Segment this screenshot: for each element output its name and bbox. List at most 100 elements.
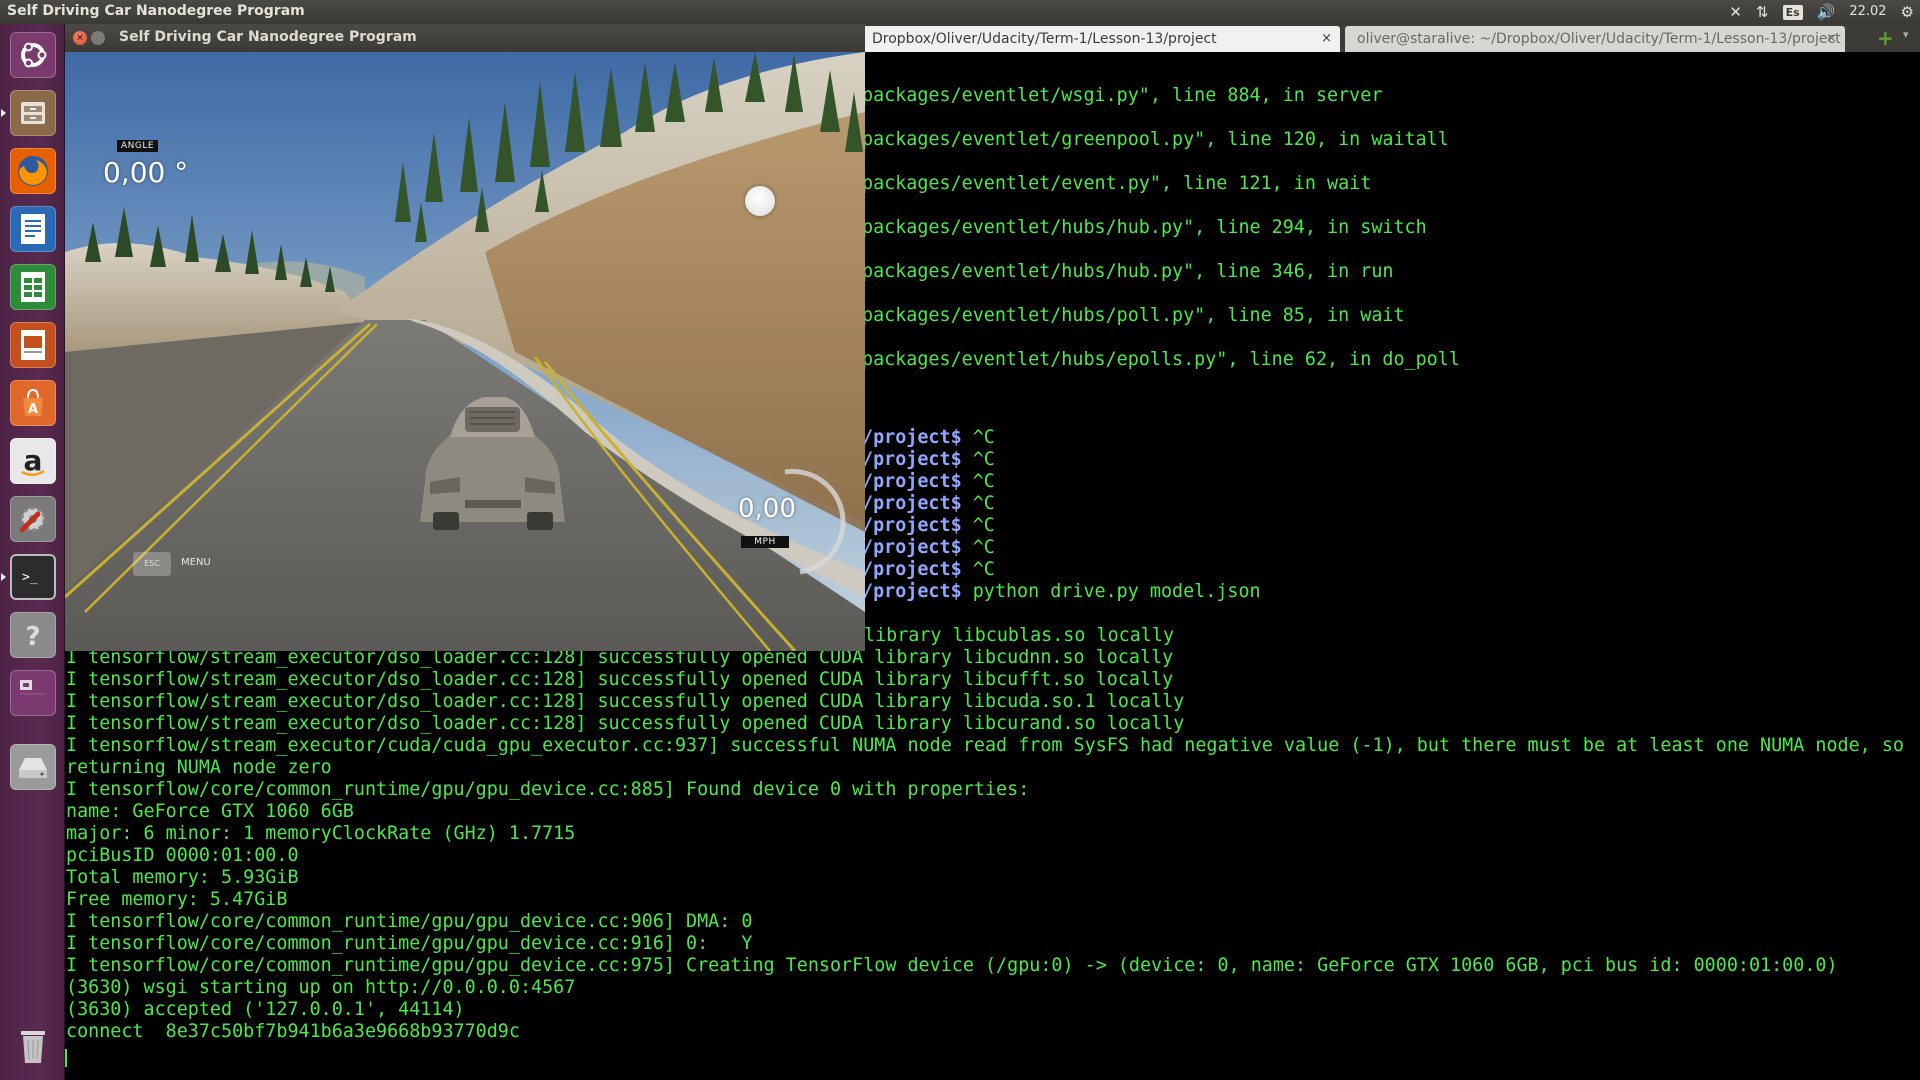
output-line: pciBusID 0000:01:00.0 bbox=[66, 845, 299, 866]
question-icon: ? bbox=[9, 611, 56, 658]
command: ^C bbox=[961, 559, 995, 580]
output-line: I tensorflow/stream_executor/dso_loader.… bbox=[66, 669, 1174, 690]
launcher-files[interactable] bbox=[1, 88, 57, 137]
command: ^C bbox=[961, 427, 995, 448]
prompt-line: /project$ python drive.py model.json bbox=[862, 581, 1261, 603]
traceback-line: packages/eventlet/hubs/hub.py", line 346… bbox=[862, 261, 1394, 282]
traceback-line: packages/eventlet/greenpool.py", line 12… bbox=[862, 129, 1449, 150]
launcher-impress[interactable] bbox=[8, 320, 57, 369]
launcher-amazon[interactable]: a bbox=[8, 436, 57, 485]
prompt-line: /project$ ^C bbox=[862, 559, 995, 581]
prompt-line: /project$ ^C bbox=[862, 471, 995, 493]
output-line: I tensorflow/stream_executor/cuda/cuda_g… bbox=[66, 735, 1904, 756]
close-icon[interactable]: × bbox=[1321, 26, 1332, 52]
simulator-window[interactable]: × Self Driving Car Nanodegree Program AN… bbox=[65, 24, 865, 651]
svg-text:?: ? bbox=[25, 622, 40, 652]
command: ^C bbox=[961, 449, 995, 470]
menu-button[interactable]: MENU bbox=[181, 557, 211, 568]
command: ^C bbox=[961, 493, 995, 514]
trash-icon bbox=[10, 1022, 56, 1068]
output-line: Total memory: 5.93GiB bbox=[66, 867, 299, 888]
output-line: library libcublas.so locally bbox=[864, 625, 1175, 646]
output-line: Free memory: 5.47GiB bbox=[66, 889, 288, 910]
ubuntu-logo-icon bbox=[9, 31, 56, 78]
angle-label: ANGLE bbox=[117, 140, 159, 152]
speed-unit: MPH bbox=[741, 536, 789, 548]
launcher-trash[interactable] bbox=[8, 1020, 57, 1069]
chevron-down-icon[interactable]: ▾ bbox=[1903, 28, 1909, 41]
minimize-icon[interactable] bbox=[91, 31, 105, 45]
command: ^C bbox=[961, 515, 995, 536]
prompt: /project$ bbox=[862, 471, 962, 492]
close-icon[interactable]: × bbox=[73, 31, 87, 45]
prompt: /project$ bbox=[862, 515, 962, 536]
output-line: I tensorflow/core/common_runtime/gpu/gpu… bbox=[66, 955, 1838, 976]
new-tab-icon[interactable]: + bbox=[1877, 27, 1894, 49]
disk-drive-icon bbox=[9, 743, 56, 790]
prompt-line: /project$ ^C bbox=[862, 515, 995, 537]
indicator-area: ✕ ⇅ Es 🔊 22.02 ⚙ bbox=[1729, 0, 1914, 24]
launcher-calc[interactable] bbox=[8, 262, 57, 311]
launcher-settings[interactable] bbox=[8, 494, 57, 543]
launcher-software-center[interactable]: A bbox=[8, 378, 57, 427]
terminal-tab-1[interactable]: Dropbox/Oliver/Udacity/Term-1/Lesson-13/… bbox=[860, 26, 1340, 52]
simulator-titlebar[interactable]: × Self Driving Car Nanodegree Program bbox=[65, 24, 865, 52]
close-icon[interactable]: × bbox=[1826, 26, 1837, 52]
window-title: Self Driving Car Nanodegree Program bbox=[119, 29, 417, 45]
traceback-line: packages/eventlet/wsgi.py", line 884, in… bbox=[862, 85, 1383, 106]
launcher-writer[interactable] bbox=[8, 204, 57, 253]
command: ^C bbox=[961, 537, 995, 558]
speed-value: 0,00 bbox=[738, 494, 796, 524]
output-line: name: GeForce GTX 1060 6GB bbox=[66, 801, 354, 822]
top-panel: Self Driving Car Nanodegree Program ✕ ⇅ … bbox=[0, 0, 1920, 24]
command: python drive.py model.json bbox=[961, 581, 1261, 602]
launcher: A a >_ ? bbox=[0, 24, 65, 1080]
document-icon bbox=[9, 205, 56, 252]
prompt-line: /project$ ^C bbox=[862, 537, 995, 559]
traceback-line: packages/eventlet/hubs/poll.py", line 85… bbox=[862, 305, 1405, 326]
workspace-icon bbox=[9, 669, 56, 716]
launcher-help[interactable]: ? bbox=[8, 610, 57, 659]
dropbox-icon[interactable]: ✕ bbox=[1729, 0, 1742, 24]
prompt: /project$ bbox=[862, 493, 962, 514]
output-line: major: 6 minor: 1 memoryClockRate (GHz) … bbox=[66, 823, 576, 844]
shopping-bag-icon: A bbox=[9, 379, 56, 426]
prompt-line: /project$ ^C bbox=[862, 493, 995, 515]
amazon-icon: a bbox=[9, 437, 56, 484]
launcher-dash[interactable] bbox=[8, 30, 57, 79]
esc-button[interactable]: ESC bbox=[133, 552, 171, 576]
launcher-drive[interactable] bbox=[8, 742, 57, 791]
launcher-terminal[interactable]: >_ bbox=[1, 552, 57, 601]
launcher-firefox[interactable] bbox=[8, 146, 57, 195]
output-line: connect 8e37c50bf7b941b6a3e9668b93770d9c bbox=[66, 1021, 520, 1042]
prompt: /project$ bbox=[862, 427, 962, 448]
launcher-workspaces[interactable] bbox=[8, 668, 57, 717]
output-line: returning NUMA node zero bbox=[66, 757, 332, 778]
output-line: I tensorflow/stream_executor/dso_loader.… bbox=[66, 691, 1185, 712]
output-line: I tensorflow/core/common_runtime/gpu/gpu… bbox=[66, 911, 753, 932]
active-window-title: Self Driving Car Nanodegree Program bbox=[7, 3, 305, 19]
presentation-icon bbox=[9, 321, 56, 368]
keyboard-layout-indicator[interactable]: Es bbox=[1782, 4, 1803, 20]
output-line: (3630) accepted ('127.0.0.1', 44114) bbox=[66, 999, 465, 1020]
terminal-tab-2[interactable]: oliver@staralive: ~/Dropbox/Oliver/Udaci… bbox=[1345, 26, 1845, 52]
system-gear-icon[interactable]: ⚙ bbox=[1901, 0, 1914, 24]
volume-icon[interactable]: 🔊 bbox=[1817, 0, 1836, 24]
simulator-viewport[interactable]: ANGLE 0,00 ° 0,00 MPH ESC MENU bbox=[65, 52, 865, 651]
terminal-icon: >_ bbox=[9, 553, 56, 600]
prompt: /project$ bbox=[862, 559, 962, 580]
network-icon[interactable]: ⇅ bbox=[1756, 0, 1769, 24]
wrench-gear-icon bbox=[9, 495, 56, 542]
spreadsheet-icon bbox=[9, 263, 56, 310]
angle-value: 0,00 ° bbox=[103, 156, 189, 189]
camera-knob-icon[interactable] bbox=[745, 186, 775, 216]
output-line: (3630) wsgi starting up on http://0.0.0.… bbox=[66, 977, 576, 998]
prompt-line: /project$ ^C bbox=[862, 449, 995, 471]
svg-text:A: A bbox=[27, 402, 37, 417]
output-line: I tensorflow/stream_executor/dso_loader.… bbox=[66, 713, 1185, 734]
traceback-line: packages/eventlet/hubs/hub.py", line 294… bbox=[862, 217, 1427, 238]
output-line: I tensorflow/core/common_runtime/gpu/gpu… bbox=[66, 779, 1030, 800]
prompt: /project$ bbox=[862, 449, 962, 470]
terminal-cursor bbox=[65, 1049, 67, 1067]
clock[interactable]: 22.02 bbox=[1849, 0, 1886, 24]
